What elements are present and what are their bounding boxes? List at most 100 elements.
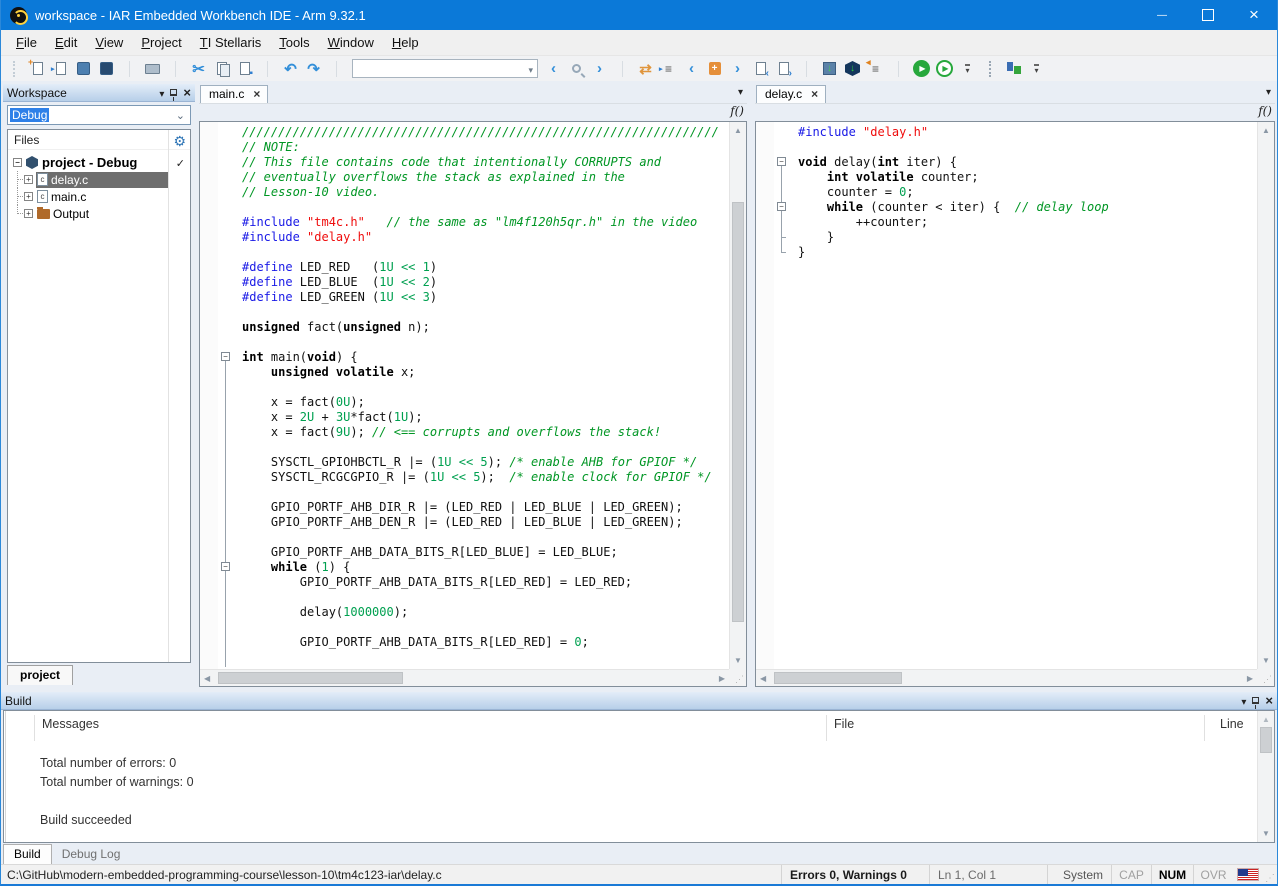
fold-collapse-icon[interactable] (777, 202, 786, 211)
menu-item-project[interactable]: Project (132, 30, 190, 55)
next-document-button[interactable]: › (772, 58, 795, 80)
scroll-down-icon[interactable] (1258, 656, 1274, 665)
previous-bookmark-button[interactable]: ‹ (680, 58, 703, 80)
tab-build[interactable]: Build (3, 844, 52, 864)
tab-delay-c[interactable]: delay.c (756, 85, 826, 103)
menu-item-file[interactable]: File (7, 30, 46, 55)
tab-main-c[interactable]: main.c (200, 85, 268, 103)
paste-button[interactable]: ▪ (233, 58, 256, 80)
expand-icon[interactable] (24, 209, 33, 218)
horizontal-scrollbar[interactable] (200, 669, 729, 686)
toolbar-separator (611, 58, 634, 80)
menu-item-ti-stellaris[interactable]: TI Stellaris (191, 30, 270, 55)
make-button[interactable]: ≡◂ (864, 58, 887, 80)
find-button[interactable] (565, 58, 588, 80)
menu-item-help[interactable]: Help (383, 30, 428, 55)
toolbar-overflow-button[interactable]: ▾ (1025, 58, 1048, 80)
new-document-button[interactable]: + (26, 58, 49, 80)
pin-icon[interactable] (170, 89, 177, 96)
previous-document-button[interactable]: ‹ (749, 58, 772, 80)
scrollbar-thumb[interactable] (218, 672, 403, 684)
workspace-panel-header: Workspace (3, 84, 195, 102)
menu-item-edit[interactable]: Edit (46, 30, 86, 55)
quick-search-field[interactable] (353, 61, 524, 76)
close-icon[interactable] (811, 87, 818, 101)
scrollbar-thumb[interactable] (732, 202, 744, 622)
pin-icon[interactable] (1252, 697, 1259, 704)
fold-collapse-icon[interactable] (777, 157, 786, 166)
menu-item-window[interactable]: Window (319, 30, 383, 55)
fold-collapse-icon[interactable] (221, 562, 230, 571)
tree-item-delay-c[interactable]: delay.c (8, 171, 190, 188)
close-icon[interactable] (1231, 0, 1277, 30)
editor-body-delay-c[interactable]: #include "delay.h" void delay(int iter) … (755, 121, 1275, 687)
chevron-down-icon[interactable] (738, 82, 743, 100)
column-header-line: Line (1220, 717, 1244, 731)
menu-item-tools[interactable]: Tools (270, 30, 318, 55)
quick-search-input[interactable] (352, 59, 538, 78)
print-button[interactable] (141, 58, 164, 80)
fold-collapse-icon[interactable] (221, 352, 230, 361)
tree-item-project[interactable]: project - Debug (8, 154, 190, 171)
chevron-down-icon[interactable] (159, 86, 164, 100)
scroll-up-icon[interactable] (730, 122, 746, 135)
go-to-function-button[interactable]: ≡▸ (657, 58, 680, 80)
horizontal-scrollbar[interactable] (756, 669, 1257, 686)
debug-without-downloading-button[interactable]: ▶ (933, 58, 956, 80)
undo-button[interactable]: ↶ (279, 58, 302, 80)
build-output[interactable]: Messages File Line Total number of error… (3, 710, 1275, 843)
tree-item-label: delay.c (51, 173, 88, 187)
download-and-verify-button[interactable]: ↓ (841, 58, 864, 80)
vertical-scrollbar[interactable] (1257, 711, 1274, 842)
function-list-button[interactable]: f() (730, 104, 744, 118)
gear-icon[interactable] (173, 133, 186, 150)
next-bookmark-button[interactable]: › (726, 58, 749, 80)
menu-item-view[interactable]: View (86, 30, 132, 55)
minimize-icon[interactable] (1139, 0, 1185, 30)
copy-button[interactable] (210, 58, 233, 80)
tree-item-main-c[interactable]: main.c (8, 188, 190, 205)
expand-icon[interactable] (24, 192, 33, 201)
vertical-scrollbar[interactable] (1257, 122, 1274, 669)
build-messages: Total number of errors: 0Total number of… (4, 735, 1274, 830)
toolbar: +▸✂▪↶↷‹›⇄≡▸‹+›‹›↓↓≡◂▶▶▾▾ (1, 56, 1277, 81)
find-previous-button[interactable]: ‹ (542, 58, 565, 80)
close-icon[interactable] (253, 87, 260, 101)
scrollbar-thumb[interactable] (1260, 727, 1272, 753)
chevron-down-icon[interactable] (1266, 82, 1271, 100)
workspace-tab-project[interactable]: project (7, 665, 73, 685)
fold-tick (781, 252, 786, 253)
collapse-icon[interactable] (13, 158, 22, 167)
open-file-button[interactable]: ▸ (49, 58, 72, 80)
toggle-bookmark-button[interactable]: + (703, 58, 726, 80)
build-configuration-button[interactable] (1002, 58, 1025, 80)
tree-item-output[interactable]: Output (8, 205, 190, 222)
navigate-button[interactable]: ⇄ (634, 58, 657, 80)
scroll-down-icon[interactable] (730, 656, 746, 665)
scroll-down-icon[interactable] (1258, 829, 1274, 838)
close-icon[interactable] (183, 86, 191, 100)
cut-button[interactable]: ✂ (187, 58, 210, 80)
editor-body-main-c[interactable]: ////////////////////////////////////////… (199, 121, 747, 687)
scrollbar-thumb[interactable] (774, 672, 902, 684)
chevron-down-icon[interactable] (524, 60, 537, 78)
save-button[interactable] (72, 58, 95, 80)
download-and-debug-button[interactable]: ▶ (910, 58, 933, 80)
function-list-button[interactable]: f() (1258, 104, 1272, 118)
save-all-button[interactable] (95, 58, 118, 80)
toolbar-overflow-button[interactable]: ▾ (956, 58, 979, 80)
find-next-button[interactable]: › (588, 58, 611, 80)
redo-button[interactable]: ↷ (302, 58, 325, 80)
vertical-scrollbar[interactable] (729, 122, 746, 669)
code-area[interactable]: ////////////////////////////////////////… (236, 122, 729, 669)
configuration-dropdown[interactable]: Debug (7, 105, 191, 125)
close-icon[interactable] (1265, 694, 1273, 708)
chevron-down-icon[interactable] (1241, 694, 1246, 708)
maximize-icon[interactable] (1185, 0, 1231, 30)
code-area[interactable]: #include "delay.h" void delay(int iter) … (792, 122, 1257, 669)
scroll-up-icon[interactable] (1258, 122, 1274, 135)
expand-icon[interactable] (24, 175, 33, 184)
download-button[interactable]: ↓ (818, 58, 841, 80)
tab-debug-log[interactable]: Debug Log (52, 845, 131, 864)
scroll-up-icon[interactable] (1258, 711, 1274, 724)
